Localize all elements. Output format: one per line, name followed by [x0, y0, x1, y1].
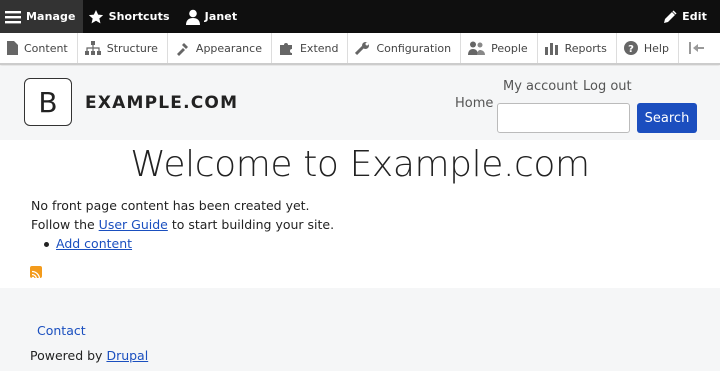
wrench-brush-icon — [176, 42, 188, 56]
tray-label-appearance: Appearance — [195, 41, 262, 55]
list-item: Add content — [44, 236, 132, 251]
tray-label-extend: Extend — [299, 41, 339, 55]
no-content-text: No front page content has been created y… — [31, 198, 310, 213]
bullet-dot — [44, 242, 49, 247]
follow-text: Follow the User Guide to start building … — [31, 217, 334, 232]
log-out-link[interactable]: Log out — [583, 79, 632, 94]
user-label: Janet — [204, 10, 238, 23]
site-name[interactable]: EXAMPLE.COM — [85, 93, 238, 113]
tray-item-configuration[interactable]: Configuration — [348, 33, 462, 63]
main-content: Welcome to Example.com No front page con… — [0, 140, 720, 288]
pencil-icon — [664, 9, 677, 23]
tray-label-structure: Structure — [106, 41, 158, 55]
admin-toolbar: Manage Shortcuts Janet Edit — [0, 0, 720, 33]
drupal-link[interactable]: Drupal — [106, 348, 148, 363]
star-icon — [88, 9, 103, 23]
tray-item-extend[interactable]: Extend — [272, 33, 349, 63]
tray-item-people[interactable]: People — [461, 33, 538, 63]
shortcuts-label: Shortcuts — [108, 10, 170, 23]
tray-label-reports: Reports — [564, 41, 607, 55]
contact-link[interactable]: Contact — [37, 323, 86, 338]
tray-label-people: People — [491, 41, 528, 55]
edit-label: Edit — [682, 10, 707, 23]
user-icon — [185, 9, 200, 25]
logo-letter: B — [38, 85, 58, 119]
wrench-icon — [355, 41, 370, 55]
home-link[interactable]: Home — [455, 96, 493, 111]
tray-label-configuration: Configuration — [376, 41, 452, 55]
tray-label-help: Help — [643, 41, 669, 55]
site-logo[interactable]: B — [24, 78, 72, 126]
sitemap-icon — [84, 41, 101, 55]
tray-label-content: Content — [24, 41, 68, 55]
manage-menu[interactable]: Manage — [0, 0, 83, 33]
rss-icon — [31, 270, 41, 280]
user-menu[interactable]: Janet — [181, 0, 245, 33]
shortcuts-menu[interactable]: Shortcuts — [83, 0, 177, 33]
tray-item-reports[interactable]: Reports — [538, 33, 617, 63]
tray-item-appearance[interactable]: Appearance — [168, 33, 272, 63]
user-guide-link[interactable]: User Guide — [99, 217, 168, 232]
follow-suffix: to start building your site. — [167, 217, 335, 232]
file-icon — [7, 41, 18, 55]
collapse-left-icon — [688, 42, 704, 54]
site-footer: Contact Powered by Drupal — [0, 288, 720, 371]
search-button[interactable]: Search — [637, 103, 697, 133]
powered-by-text: Powered by Drupal — [30, 348, 148, 363]
admin-tray: Content Structure Appearance Extend Conf… — [0, 33, 720, 65]
powered-prefix: Powered by — [30, 348, 107, 363]
tray-orientation-toggle[interactable] — [679, 33, 715, 63]
manage-label: Manage — [26, 10, 76, 23]
puzzle-icon — [279, 42, 292, 55]
help-icon: ? — [623, 41, 638, 55]
people-icon — [468, 41, 486, 55]
edit-button[interactable]: Edit — [658, 0, 720, 33]
add-content-link[interactable]: Add content — [56, 236, 132, 251]
page-title: Welcome to Example.com — [130, 144, 590, 185]
my-account-link[interactable]: My account — [503, 79, 578, 94]
hamburger-icon — [5, 10, 21, 23]
tray-item-structure[interactable]: Structure — [78, 33, 168, 63]
bar-chart-icon — [544, 43, 558, 55]
tray-item-content[interactable]: Content — [0, 33, 78, 63]
rss-feed-icon[interactable] — [30, 266, 42, 280]
site-header: B EXAMPLE.COM My account Log out Home Se… — [0, 66, 720, 140]
tray-item-help[interactable]: ? Help — [617, 33, 679, 63]
search-input[interactable] — [497, 103, 630, 133]
svg-text:?: ? — [628, 44, 634, 55]
follow-prefix: Follow the — [31, 217, 99, 232]
